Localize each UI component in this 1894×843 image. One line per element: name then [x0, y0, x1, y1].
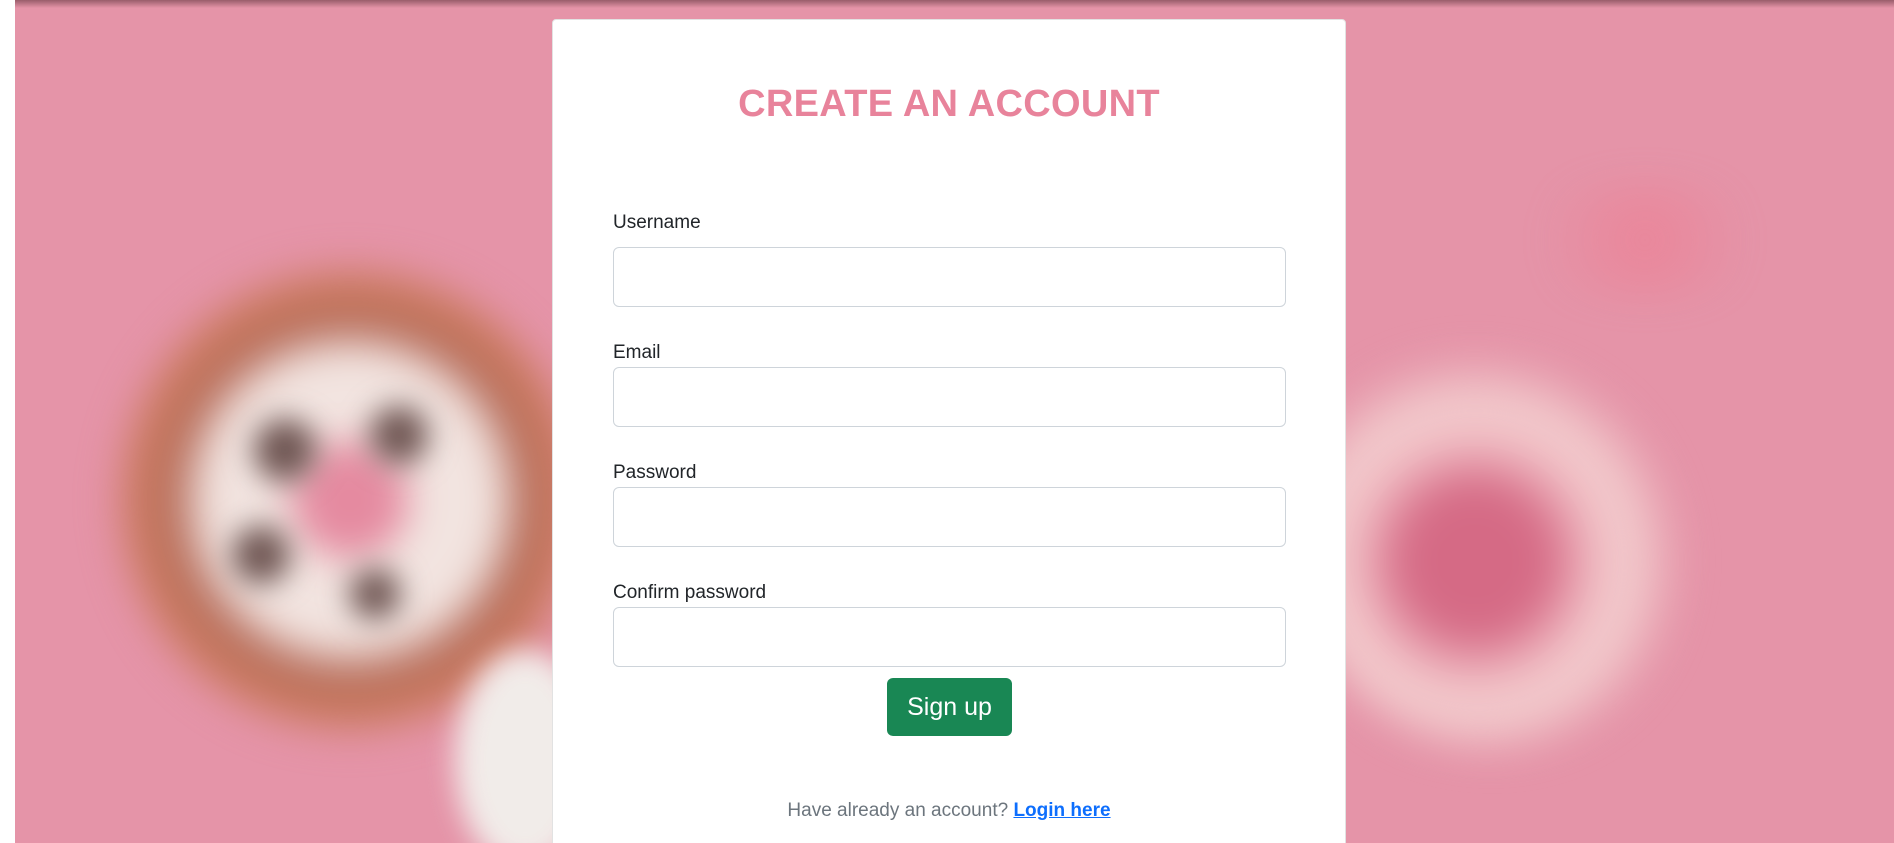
page: CREATE AN ACCOUNT Username Email Passwor… [0, 0, 1894, 843]
login-link[interactable]: Login here [1013, 800, 1110, 821]
pink-donut-blur [1295, 330, 1695, 750]
sprinkle-blur [1515, 180, 1775, 300]
username-label: Username [613, 212, 701, 233]
email-input[interactable] [613, 367, 1286, 427]
top-shadow [15, 0, 1894, 8]
page-title: CREATE AN ACCOUNT [738, 83, 1160, 125]
confirm-password-input[interactable] [613, 607, 1286, 667]
confirm-password-label: Confirm password [613, 582, 767, 603]
donut-sprinkles-blur [195, 360, 495, 660]
password-input[interactable] [613, 487, 1286, 547]
signup-card: CREATE AN ACCOUNT Username Email Passwor… [552, 19, 1346, 843]
username-input[interactable] [613, 247, 1286, 307]
signup-button[interactable]: Sign up [887, 678, 1012, 736]
login-prompt: Have already an account? Login here [553, 800, 1345, 822]
password-label: Password [613, 462, 697, 483]
login-prompt-text: Have already an account? [787, 800, 1009, 821]
email-label: Email [613, 342, 661, 363]
